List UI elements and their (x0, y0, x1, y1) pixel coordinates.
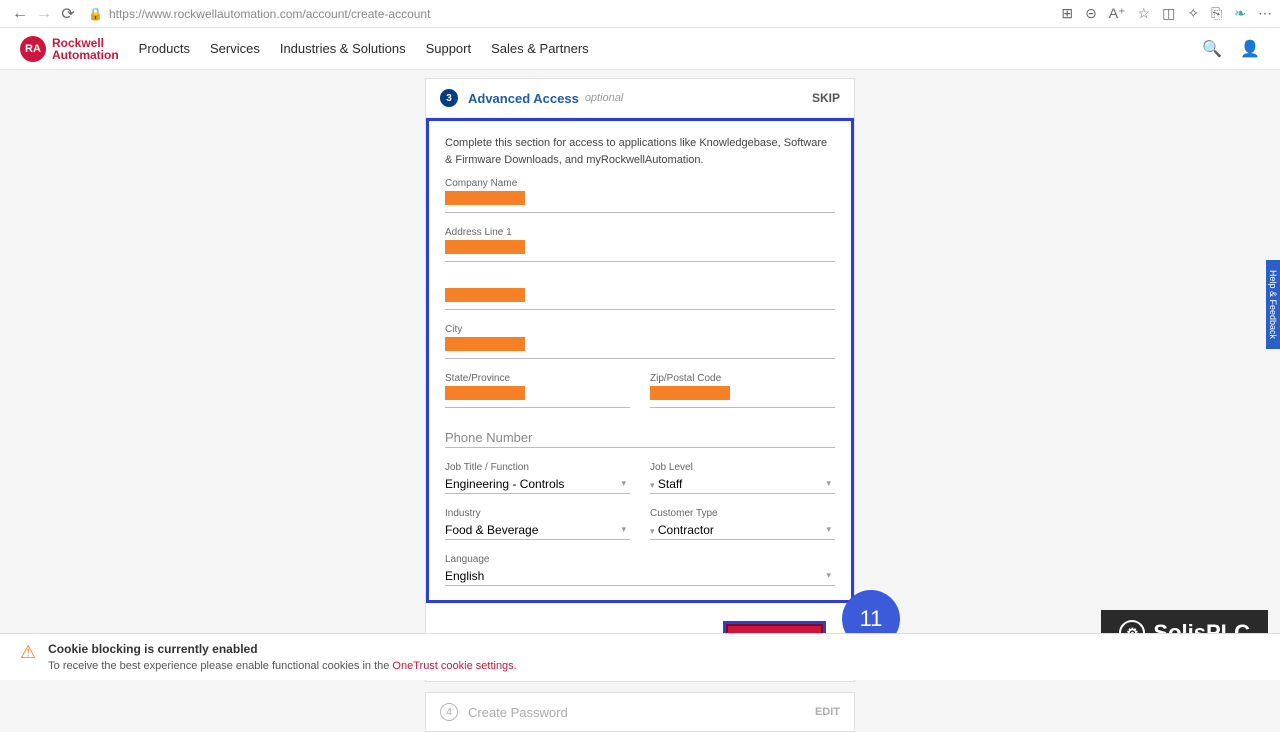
logo[interactable]: RA Rockwell Automation (20, 36, 119, 62)
search-icon[interactable]: 🔍 (1202, 39, 1222, 59)
read-icon[interactable]: A⁺ (1109, 5, 1126, 22)
jobtitle-select[interactable]: Engineering - Controls (445, 475, 630, 494)
zip-value[interactable] (650, 386, 730, 400)
addr2-value[interactable] (445, 288, 525, 302)
zoom-icon[interactable]: ⊝ (1085, 5, 1097, 22)
nav-services[interactable]: Services (210, 41, 260, 56)
joblevel-select[interactable]: ▾ Staff (650, 475, 835, 494)
logo-text-1: Rockwell (52, 37, 119, 49)
joblevel-label: Job Level (650, 462, 835, 473)
ext-icon[interactable]: ⊞ (1061, 5, 1073, 22)
nav-support[interactable]: Support (426, 41, 472, 56)
back-button[interactable]: ← (8, 2, 32, 26)
cookie-body: To receive the best experience please en… (48, 660, 517, 672)
cookie-banner: ⚠ Cookie blocking is currently enabled T… (0, 633, 1280, 680)
leaf-icon[interactable]: ❧ (1234, 5, 1246, 22)
jobtitle-label: Job Title / Function (445, 462, 630, 473)
favorite-icon[interactable]: ☆ (1138, 5, 1151, 22)
state-value[interactable] (445, 386, 525, 400)
warning-icon: ⚠ (20, 642, 36, 663)
split-icon[interactable]: ◫ (1162, 5, 1175, 22)
nav-industries[interactable]: Industries & Solutions (280, 41, 406, 56)
cookie-settings-link[interactable]: OneTrust cookie settings. (392, 660, 516, 672)
state-label: State/Province (445, 373, 630, 384)
more-icon[interactable]: ⋯ (1258, 5, 1272, 22)
step4-card: 4 Create Password EDIT (425, 692, 855, 732)
step3-header: 3 Advanced Access optional SKIP (426, 79, 854, 118)
logo-text-2: Automation (52, 49, 119, 61)
cookie-title: Cookie blocking is currently enabled (48, 642, 517, 656)
site-header: RA Rockwell Automation Products Services… (0, 28, 1280, 70)
skip-button[interactable]: SKIP (812, 91, 840, 105)
zip-label: Zip/Postal Code (650, 373, 835, 384)
company-label: Company Name (445, 178, 835, 189)
phone-input[interactable] (445, 428, 835, 448)
lock-icon: 🔒 (88, 7, 103, 21)
addr1-value[interactable] (445, 240, 525, 254)
refresh-button[interactable]: ⟳ (56, 2, 80, 26)
step3-number: 3 (440, 89, 458, 107)
nav-sales[interactable]: Sales & Partners (491, 41, 589, 56)
step3-form: Complete this section for access to appl… (426, 118, 854, 603)
custtype-label: Customer Type (650, 508, 835, 519)
industry-label: Industry (445, 508, 630, 519)
step4-title: Create Password (468, 705, 568, 720)
industry-select[interactable]: Food & Beverage (445, 521, 630, 540)
main-nav: Products Services Industries & Solutions… (139, 41, 589, 56)
city-label: City (445, 324, 835, 335)
step4-number: 4 (440, 703, 458, 721)
custtype-select[interactable]: ▾ Contractor (650, 521, 835, 540)
favbar-icon[interactable]: ✧ (1187, 5, 1199, 22)
account-icon[interactable]: 👤 (1240, 39, 1260, 59)
language-select[interactable]: English (445, 567, 835, 586)
feedback-tab[interactable]: Help & Feedback (1266, 260, 1280, 349)
step3-description: Complete this section for access to appl… (445, 135, 835, 168)
nav-products[interactable]: Products (139, 41, 190, 56)
browser-toolbar: ← → ⟳ 🔒 https://www.rockwellautomation.c… (0, 0, 1280, 28)
language-label: Language (445, 554, 835, 565)
addr1-label: Address Line 1 (445, 227, 835, 238)
collections-icon[interactable]: ⎘ (1211, 5, 1222, 22)
company-value[interactable] (445, 191, 525, 205)
optional-label: optional (585, 92, 624, 104)
step3-card: 3 Advanced Access optional SKIP Complete… (425, 78, 855, 682)
url-bar[interactable]: https://www.rockwellautomation.com/accou… (109, 7, 1061, 21)
edit-button[interactable]: EDIT (815, 706, 840, 718)
browser-actions: ⊞ ⊝ A⁺ ☆ ◫ ✧ ⎘ ❧ ⋯ (1061, 5, 1272, 22)
city-value[interactable] (445, 337, 525, 351)
step3-title: Advanced Access (468, 91, 579, 106)
forward-button[interactable]: → (32, 2, 56, 26)
logo-badge: RA (20, 36, 46, 62)
